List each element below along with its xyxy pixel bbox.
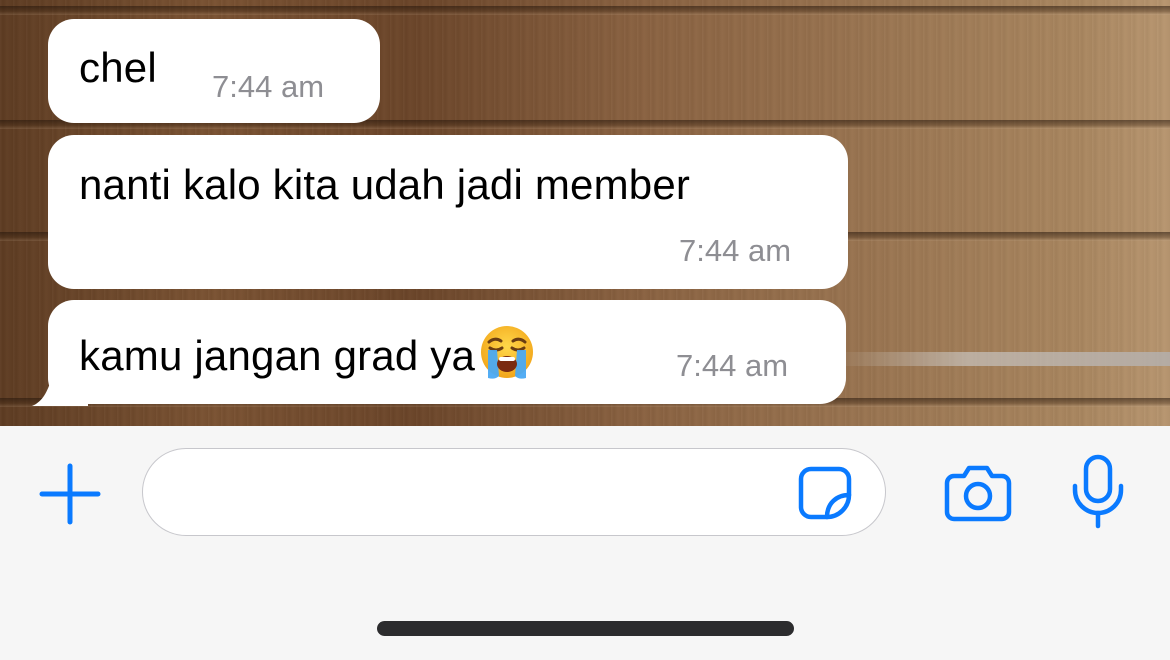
chat-background: chel 7:44 am nanti kalo kita udah jadi m… (0, 0, 1170, 426)
wallpaper-seam (0, 6, 1170, 15)
sticker-icon[interactable] (797, 465, 853, 526)
message-bubble[interactable]: chel 7:44 am (48, 19, 380, 123)
loudly-crying-face-icon (477, 324, 537, 390)
message-composer (0, 426, 1170, 660)
camera-icon[interactable] (944, 462, 1012, 527)
message-text: chel (79, 44, 157, 91)
message-timestamp: 7:44 am (212, 69, 325, 104)
message-bubble[interactable]: kamu jangan grad ya 7:44 am (48, 300, 846, 404)
message-text: nanti kalo kita udah jadi member (79, 161, 691, 208)
message-text: kamu jangan grad ya (79, 324, 537, 390)
wallpaper-highlight (830, 352, 1170, 366)
home-indicator[interactable] (377, 621, 794, 636)
plus-icon[interactable] (38, 462, 102, 531)
message-timestamp: 7:44 am (679, 233, 792, 268)
microphone-icon[interactable] (1068, 454, 1128, 535)
message-text-content: kamu jangan grad ya (79, 332, 476, 379)
message-input[interactable] (142, 448, 886, 536)
message-bubble[interactable]: nanti kalo kita udah jadi member 7:44 am (48, 135, 848, 289)
message-timestamp: 7:44 am (676, 348, 789, 383)
